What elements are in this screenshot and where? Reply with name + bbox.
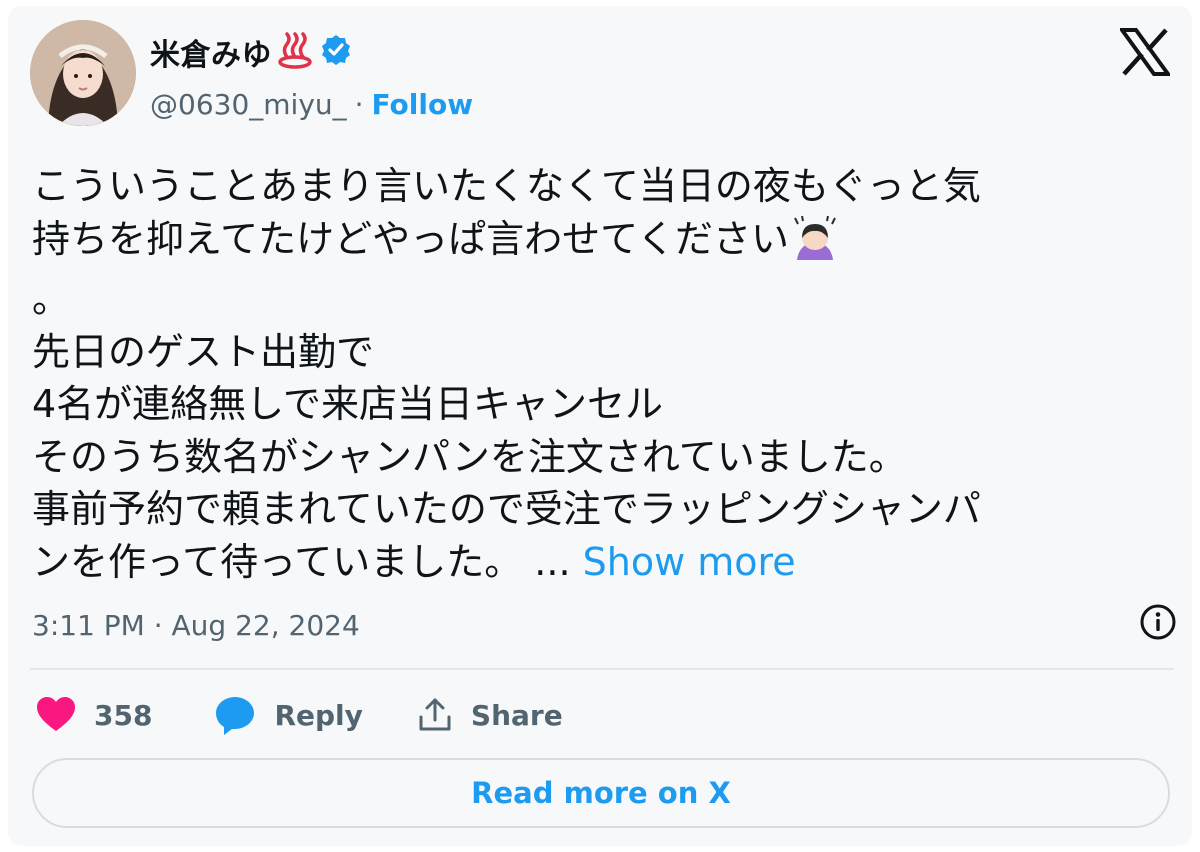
- person-bowing-icon: [789, 215, 841, 274]
- display-name[interactable]: 米倉みゆ: [150, 30, 272, 74]
- reply-bubble-icon: [216, 697, 255, 735]
- author-name-row: 米倉みゆ: [150, 30, 352, 74]
- action-bar: 358 Reply Share: [36, 690, 563, 740]
- divider: [30, 668, 1174, 670]
- tweet-text-continued: 。 先日のゲスト出勤で 4名が連絡無しで来店当日キャンセル そのうち数名がシャン…: [32, 277, 981, 584]
- share-icon: [419, 698, 451, 731]
- follow-button[interactable]: Follow: [372, 88, 474, 121]
- info-icon[interactable]: [1138, 602, 1178, 646]
- heart-icon: [37, 697, 75, 731]
- show-more-link[interactable]: Show more: [583, 540, 796, 584]
- share-label: Share: [470, 698, 563, 732]
- tweet-text: こういうことあまり言いたくなくて当日の夜もぐっと気 持ちを抑えてたけどやっぱ言わ…: [32, 160, 1162, 588]
- reply-button[interactable]: Reply: [214, 695, 363, 735]
- hot-springs-icon: [276, 31, 314, 73]
- verified-badge-icon: [320, 34, 352, 70]
- read-more-button[interactable]: Read more on X: [32, 758, 1170, 828]
- handle-row: @0630_miyu_ · Follow: [150, 84, 473, 124]
- x-logo-icon[interactable]: [1118, 28, 1172, 80]
- reply-label: Reply: [274, 698, 363, 732]
- share-button[interactable]: Share: [417, 697, 563, 733]
- tweet-timestamp[interactable]: 3:11 PM · Aug 22, 2024: [32, 606, 360, 646]
- user-handle[interactable]: @0630_miyu_: [150, 88, 347, 121]
- separator-dot: ·: [354, 87, 364, 121]
- read-more-label: Read more on X: [471, 776, 731, 810]
- avatar[interactable]: [30, 20, 136, 126]
- like-count: 358: [94, 698, 153, 732]
- like-button[interactable]: 358: [36, 697, 152, 733]
